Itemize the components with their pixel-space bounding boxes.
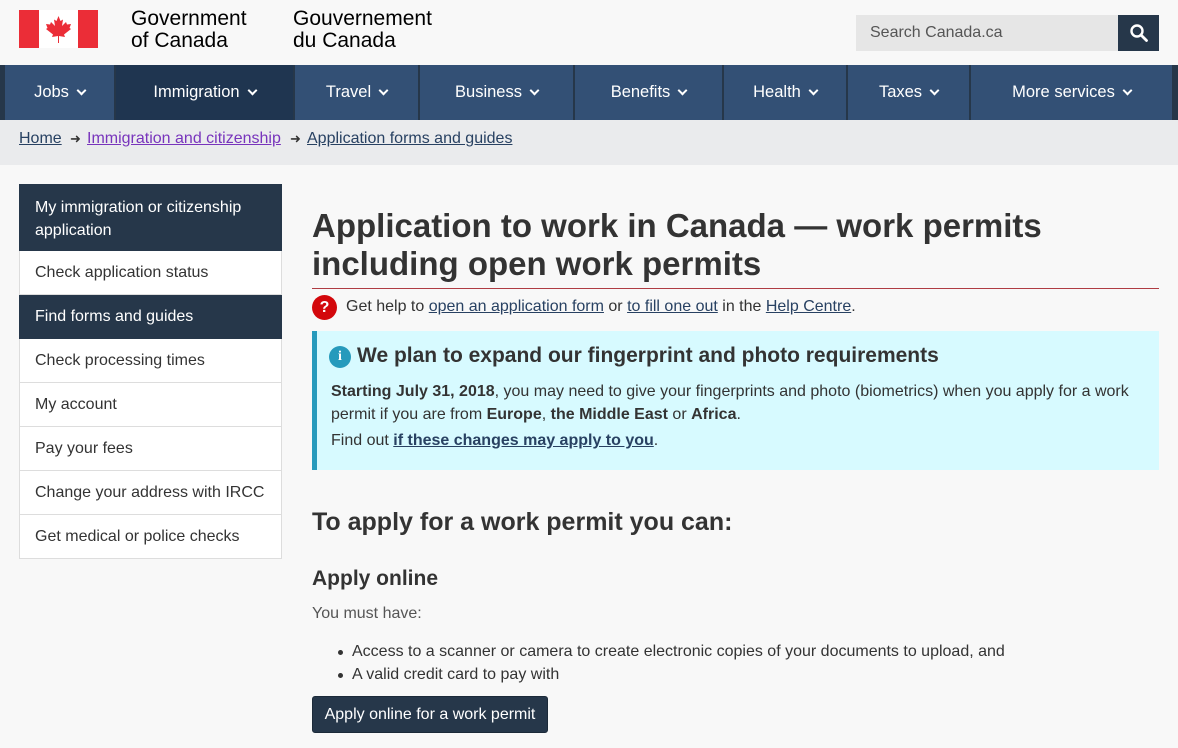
arrow-right-icon: ➜	[70, 131, 81, 146]
signature-en[interactable]: Government of Canada	[131, 8, 247, 52]
alert-find-out: Find out if these changes may apply to y…	[331, 432, 658, 450]
canada-flag-icon[interactable]	[19, 10, 98, 48]
site-header: Government of Canada Gouvernement du Can…	[0, 0, 1178, 65]
apply-heading: To apply for a work permit you can:	[312, 508, 733, 536]
sidebar-item-my-application[interactable]: My immigration or citizenship applicatio…	[19, 184, 282, 251]
alert-heading: We plan to expand our fingerprint and ph…	[357, 344, 939, 367]
menu-benefits-label: Benefits	[610, 83, 671, 101]
alert-date: Starting July 31, 2018	[331, 383, 495, 400]
fill-form-link[interactable]: to fill one out	[627, 298, 718, 315]
menu-health[interactable]: Health	[724, 65, 847, 120]
search-button[interactable]	[1118, 15, 1159, 51]
chevron-down-icon	[76, 85, 87, 96]
menu-more-services[interactable]: More services	[971, 65, 1173, 120]
chevron-down-icon	[1122, 85, 1133, 96]
menu-health-label: Health	[753, 83, 801, 101]
chevron-down-icon	[808, 85, 819, 96]
breadcrumb-immigration-link[interactable]: Immigration and citizenship	[87, 130, 281, 148]
menu-immigration[interactable]: Immigration	[116, 65, 294, 120]
title-divider	[312, 288, 1159, 289]
breadcrumb-forms-link[interactable]: Application forms and guides	[307, 130, 512, 148]
find-suffix: .	[653, 432, 659, 449]
alert-sep: ,	[541, 406, 551, 423]
menu-business[interactable]: Business	[420, 65, 574, 120]
signature-en-line1: Government	[131, 7, 247, 30]
alert-paragraph: Starting July 31, 2018, you may need to …	[331, 380, 1146, 426]
list-item: A valid credit card to pay with	[338, 663, 1005, 686]
sidebar-item-change-address[interactable]: Change your address with IRCC	[19, 471, 282, 515]
alert-end: .	[736, 406, 741, 423]
open-form-link[interactable]: open an application form	[429, 298, 604, 315]
help-centre-link[interactable]: Help Centre	[766, 298, 851, 315]
page-title: Application to work in Canada — work per…	[312, 207, 1042, 282]
main-menu: Jobs Immigration Travel Business Benefit…	[0, 65, 1178, 120]
help-prefix: Get help to	[346, 298, 429, 315]
sidebar-item-find-forms[interactable]: Find forms and guides	[19, 295, 282, 339]
must-have-text: You must have:	[312, 605, 422, 622]
sidebar-item-pay-fees[interactable]: Pay your fees	[19, 427, 282, 471]
sidebar-item-processing-times[interactable]: Check processing times	[19, 339, 282, 383]
chevron-down-icon	[247, 85, 258, 96]
sidebar-item-my-account[interactable]: My account	[19, 383, 282, 427]
alert-region-africa: Africa	[691, 406, 737, 423]
menu-taxes-label: Taxes	[878, 83, 923, 101]
menu-business-label: Business	[455, 83, 522, 101]
changes-apply-link[interactable]: if these changes may apply to you	[393, 432, 654, 449]
menu-travel-label: Travel	[325, 83, 372, 101]
help-suffix: .	[851, 298, 856, 315]
search-input[interactable]: Search Canada.ca	[856, 15, 1118, 51]
signature-fr-line2: du Canada	[293, 29, 396, 52]
alert-region-middle-east: the Middle East	[550, 406, 668, 423]
sidebar: My immigration or citizenship applicatio…	[19, 184, 282, 559]
apply-online-heading: Apply online	[312, 567, 438, 590]
search-icon	[1129, 24, 1148, 42]
help-line: Get help to open an application form or …	[346, 298, 856, 316]
menu-jobs[interactable]: Jobs	[5, 65, 115, 120]
alert-region-europe: Europe	[486, 406, 542, 423]
list-item: Access to a scanner or camera to create …	[338, 640, 1005, 663]
menu-jobs-label: Jobs	[34, 83, 69, 101]
help-mid: or	[603, 298, 628, 315]
signature-en-line2: of Canada	[131, 29, 228, 52]
arrow-right-icon: ➜	[290, 131, 301, 146]
find-prefix: Find out	[331, 432, 394, 449]
signature-fr-line1: Gouvernement	[293, 7, 432, 30]
menu-taxes[interactable]: Taxes	[848, 65, 970, 120]
apply-online-button[interactable]: Apply online for a work permit	[312, 696, 548, 733]
info-icon: i	[329, 346, 351, 368]
chevron-down-icon	[677, 85, 688, 96]
alert-sep: or	[667, 406, 692, 423]
question-mark-icon: ?	[312, 295, 337, 320]
menu-travel[interactable]: Travel	[295, 65, 419, 120]
chevron-down-icon	[378, 85, 389, 96]
breadcrumb-home-link[interactable]: Home	[19, 130, 62, 148]
sidebar-item-check-status[interactable]: Check application status	[19, 251, 282, 295]
requirements-list: Access to a scanner or camera to create …	[338, 640, 1005, 686]
sidebar-item-medical-police[interactable]: Get medical or police checks	[19, 515, 282, 559]
menu-benefits[interactable]: Benefits	[575, 65, 723, 120]
chevron-down-icon	[529, 85, 540, 96]
help-mid2: in the	[717, 298, 766, 315]
chevron-down-icon	[929, 85, 940, 96]
signature-fr[interactable]: Gouvernement du Canada	[293, 8, 432, 52]
menu-immigration-label: Immigration	[153, 83, 240, 101]
menu-more-services-label: More services	[1012, 83, 1115, 101]
